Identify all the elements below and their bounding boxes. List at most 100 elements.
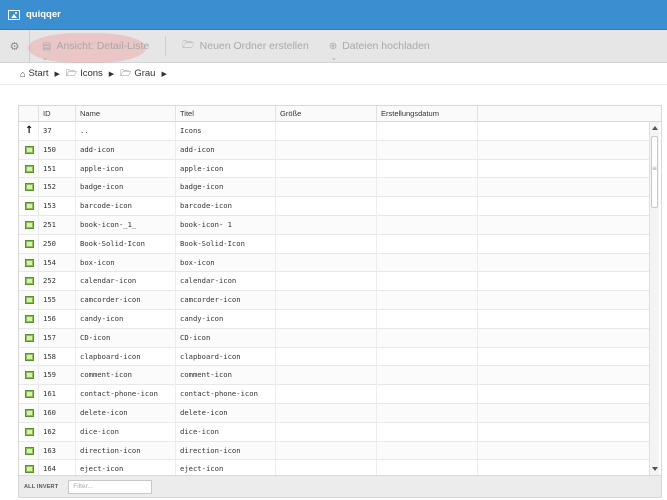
table-row[interactable]: 252 calendar-icon calendar-icon (19, 272, 651, 292)
cell-title: dice-icon (176, 422, 276, 442)
cell-name: Book-Solid-Icon (76, 234, 176, 254)
filter-input[interactable] (68, 479, 153, 494)
cell-name: book-icon-_1_ (76, 215, 176, 235)
row-type-cell (19, 215, 39, 235)
view-mode-button[interactable]: ▤ Ansicht: Detail-Liste ⌄ (27, 30, 159, 63)
cell-created (377, 309, 478, 329)
chevron-down-icon: ⌄ (42, 54, 48, 62)
table-row[interactable]: 251 book-icon-_1_ book-icon- 1 (19, 215, 651, 235)
cell-title: book-icon- 1 (176, 215, 276, 235)
column-header-name[interactable]: Name (76, 106, 176, 122)
file-grid: ID Name Titel Größe Erstellungsdatum ↑ 37… (18, 105, 662, 476)
table-row[interactable]: 150 add-icon add-icon (19, 140, 651, 160)
cell-id: 156 (39, 309, 76, 329)
folder-icon: 🗁 (120, 67, 132, 78)
cell-id: 250 (39, 234, 76, 254)
table-row[interactable]: ↑ 37.. Icons (19, 122, 651, 141)
table-row[interactable]: 162 dice-icon dice-icon (19, 422, 651, 442)
table-row[interactable]: 161 contact-phone-icon contact-phone-icon (19, 385, 651, 404)
column-header-size[interactable]: Größe (276, 106, 377, 122)
cell-name: delete-icon (76, 403, 176, 423)
table-row[interactable]: 153 barcode-icon barcode-icon (19, 197, 651, 216)
image-file-icon (25, 183, 34, 192)
cell-size (276, 328, 377, 348)
app-title: quiqqer (26, 9, 61, 20)
cell-id: 252 (39, 272, 76, 292)
table-row[interactable]: 154 box-icon box-icon (19, 253, 651, 273)
column-header-created[interactable]: Erstellungsdatum (377, 106, 478, 122)
cell-title: CD-icon (176, 328, 276, 348)
table-row[interactable]: 156 candy-icon candy-icon (19, 309, 651, 329)
row-type-cell (19, 159, 39, 179)
upload-label: Dateien hochladen (342, 40, 430, 52)
table-row[interactable]: 152 badge-icon badge-icon (19, 178, 651, 198)
row-type-cell (19, 422, 39, 442)
cell-name: badge-icon (76, 178, 176, 198)
cell-title: camcorder-icon (176, 291, 276, 310)
new-folder-label: Neuen Ordner erstellen (199, 40, 309, 52)
cell-created (377, 403, 478, 423)
table-row[interactable]: 158 clapboard-icon clapboard-icon (19, 347, 651, 367)
image-file-icon (25, 296, 34, 305)
cell-size (276, 366, 377, 386)
table-row[interactable]: 164 eject-icon eject-icon (19, 460, 651, 475)
upload-button[interactable]: ⊕ Dateien hochladen ⌄ (319, 30, 440, 63)
cell-created (377, 328, 478, 348)
cell-size (276, 234, 377, 254)
image-file-icon (25, 220, 34, 229)
cell-title: Book-Solid-Icon (176, 234, 276, 254)
row-type-cell (19, 347, 39, 367)
app-titlebar: quiqqer (0, 0, 667, 30)
cell-title: direction-icon (176, 441, 276, 461)
cell-name: box-icon (76, 253, 176, 273)
image-file-icon (25, 277, 34, 286)
cell-id: 153 (39, 197, 76, 216)
sitemap-button[interactable]: ⚙ (0, 29, 30, 63)
table-row[interactable]: 163 direction-icon direction-icon (19, 441, 651, 461)
table-row[interactable]: 155 camcorder-icon camcorder-icon (19, 291, 651, 310)
cell-size (276, 291, 377, 310)
new-folder-button[interactable]: 🗁 Neuen Ordner erstellen (172, 30, 319, 63)
breadcrumb-item-grau[interactable]: 🗁 Grau (120, 66, 155, 82)
image-file-icon (25, 239, 34, 248)
folder-icon: 🗁 (65, 67, 78, 78)
cell-name: clapboard-icon (76, 347, 176, 367)
sitemap-icon: ⚙ (9, 39, 20, 53)
cell-name: barcode-icon (76, 197, 176, 216)
table-row[interactable]: 160 delete-icon delete-icon (19, 403, 651, 423)
column-header-id[interactable]: ID (39, 106, 76, 122)
cell-id: 158 (39, 347, 76, 367)
image-file-icon (25, 371, 34, 380)
cell-title: box-icon (176, 253, 276, 273)
cell-size (276, 403, 377, 423)
table-row[interactable]: 159 comment-icon comment-icon (19, 366, 651, 386)
breadcrumb-item-start[interactable]: ⌂ Start (20, 68, 49, 79)
row-type-cell (19, 253, 39, 273)
breadcrumb-item-icons[interactable]: 🗁 Icons (66, 66, 103, 82)
table-row[interactable]: 151 apple-icon apple-icon (19, 159, 651, 179)
breadcrumb-label: Grau (134, 68, 156, 79)
grid-footer: ALL INVERT (18, 476, 662, 498)
cell-id: 155 (39, 291, 76, 310)
image-file-icon (25, 333, 34, 342)
column-header-title[interactable]: Titel (176, 106, 276, 122)
cell-title: clapboard-icon (176, 347, 276, 367)
cell-title: barcode-icon (176, 197, 276, 216)
scroll-up-icon[interactable] (652, 126, 658, 130)
grid-body: ↑ 37.. Icons 150 add-icon add-icon 151 apple-ic… (19, 122, 651, 475)
table-row[interactable]: 157 CD-icon CD-icon (19, 328, 651, 348)
column-header-type[interactable] (19, 106, 39, 122)
level-up-icon: ↑ (25, 125, 34, 136)
select-all-toggle[interactable]: ALL INVERT (24, 484, 58, 490)
home-icon: ⌂ (20, 68, 26, 79)
table-row[interactable]: 250 Book-Solid-Icon Book-Solid-Icon (19, 234, 651, 254)
scroll-down-icon[interactable] (652, 467, 658, 471)
cell-created (377, 253, 478, 273)
cell-id: 157 (39, 328, 76, 348)
vertical-scrollbar[interactable] (649, 122, 659, 475)
scrollbar-thumb[interactable] (651, 136, 658, 208)
row-type-cell (19, 366, 39, 386)
cell-created (377, 460, 478, 475)
toolbar: ⚙ ▤ Ansicht: Detail-Liste ⌄ 🗁 Neuen Ordn… (0, 29, 667, 63)
view-mode-label: Ansicht: Detail-Liste (56, 40, 150, 52)
